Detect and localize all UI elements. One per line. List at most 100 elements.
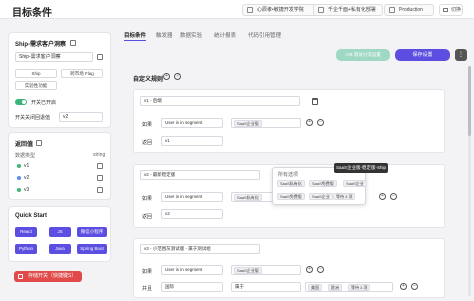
value-pill[interactable]: SaaS企业版	[234, 267, 262, 274]
add-rule-icon[interactable]: +	[163, 73, 170, 80]
swap-icon	[443, 8, 448, 12]
if-label: 如果	[142, 122, 153, 128]
fallback-select[interactable]: v2	[59, 112, 103, 122]
copy-icon[interactable]	[97, 187, 103, 193]
switch-label: 切换	[451, 7, 462, 13]
return-values-title: 返回值	[15, 142, 34, 148]
switch-button[interactable]: 切换	[439, 4, 463, 16]
return-values-card: 返回值 数据类型 string v1 v2 v3	[8, 132, 111, 200]
fallback-label: 开关关闭回退值	[15, 115, 51, 121]
if-label: 如果	[142, 269, 153, 275]
tab-target-conditions[interactable]: 目标条件	[124, 31, 146, 39]
qs-java-button[interactable]: Java	[49, 244, 71, 254]
return-label: 返回	[142, 214, 153, 220]
quick-start-title: Quick Start	[15, 213, 48, 219]
attribute-select-2[interactable]: 国际	[161, 282, 223, 292]
add-condition-icon[interactable]: +	[379, 193, 386, 200]
if-label: 如果	[142, 196, 153, 202]
tag-experimental[interactable]: 实验性功能	[15, 81, 57, 90]
segment-select[interactable]: SaaS企业版	[231, 118, 301, 128]
add-condition-icon[interactable]: +	[400, 283, 407, 290]
flag-title: Ship-需求客户洞察	[15, 42, 66, 48]
popup-title: 所有选项	[278, 172, 299, 178]
option-pill[interactable]: SaaS免费版	[277, 193, 305, 200]
option-more[interactable]: 等待 3 项	[333, 193, 356, 200]
delete-rule-icon[interactable]	[312, 98, 318, 105]
return-value-select[interactable]: v1	[161, 136, 223, 146]
edit-icon[interactable]	[36, 140, 42, 146]
save-icon	[18, 274, 23, 279]
qs-js-button[interactable]: JS	[49, 227, 71, 237]
top-bar: 目标条件 心辰孝•敏捷开发学院 千企千面+私有化部署 Production 切换	[0, 0, 474, 19]
tab-reports[interactable]: 统计报表	[214, 31, 236, 39]
value-pill[interactable]: 美国	[308, 284, 322, 291]
rule-card-v3: v3 - 小范围灰测试版 - 属于测试组 如果 User is in segme…	[133, 238, 445, 298]
value-pill[interactable]: SaaS私有化	[234, 194, 262, 201]
rule-name-input[interactable]: v1 - 后端	[140, 96, 300, 106]
save-settings-button[interactable]: 保存设置	[395, 49, 450, 61]
variation-color-dot	[17, 164, 21, 168]
server-icon	[389, 7, 395, 13]
copy-icon[interactable]	[97, 163, 103, 169]
page-title: 目标条件	[12, 8, 52, 19]
option-pill[interactable]: SaaS企业	[343, 180, 367, 187]
value-pill[interactable]: SaaS企业版	[234, 120, 262, 127]
ab-test-settings-button[interactable]: A/B 测试分流设置	[336, 49, 390, 61]
org-label: 心辰孝•敏捷开发学院	[257, 7, 304, 13]
copy-icon[interactable]	[97, 175, 103, 181]
flag-info-card: Ship-需求客户洞察 Ship-需求客户洞察 Ship 跨市场 Flag 实验…	[8, 32, 111, 128]
copy-icon[interactable]	[97, 54, 103, 60]
tab-code-references[interactable]: 代码引用管理	[248, 31, 281, 39]
tag-cross-market[interactable]: 跨市场 Flag	[61, 69, 103, 78]
save-switch-label: 存储开关（快捷键S）	[28, 273, 77, 279]
attribute-select[interactable]: User is in segment	[161, 265, 223, 275]
flag-key-field[interactable]: Ship-需求客户洞察	[15, 52, 93, 62]
remove-condition-icon[interactable]: −	[411, 283, 418, 290]
add-condition-icon[interactable]: +	[306, 266, 313, 273]
environment-label: Production	[399, 7, 423, 13]
data-type-label: 数据类型	[15, 153, 36, 159]
environment-switcher[interactable]: Production	[384, 4, 434, 16]
variation-v2: v2	[24, 175, 30, 181]
edit-icon[interactable]	[70, 40, 76, 46]
tab-triggers[interactable]: 触发器	[156, 31, 173, 39]
variation-v1: v1	[24, 163, 30, 169]
rule-name-input[interactable]: v2 - 最新稳定版	[140, 170, 260, 180]
and-label: 并且	[142, 286, 153, 292]
quick-start-card: Quick Start React JS 微信小程序 Python Java S…	[8, 206, 111, 262]
variation-color-dot	[17, 188, 21, 192]
option-pill[interactable]: SaaS私有化	[277, 180, 305, 187]
return-value-select[interactable]: v2	[161, 209, 223, 219]
qs-python-button[interactable]: Python	[15, 244, 37, 254]
flag-enabled-toggle[interactable]	[15, 99, 27, 105]
value-pill[interactable]: 欧洲	[328, 284, 342, 291]
toggle-label: 开关已开启	[31, 100, 57, 106]
option-tooltip: SaaS企业版-稳定版-Ship	[334, 163, 388, 173]
main-scrollbar[interactable]	[468, 66, 471, 296]
rule-name-input[interactable]: v3 - 小范围灰测试版 - 属于测试组	[140, 244, 260, 254]
save-switch-button[interactable]: 存储开关（快捷键S）	[14, 271, 82, 282]
remove-condition-icon[interactable]: −	[317, 119, 324, 126]
segment-select[interactable]: SaaS企业版	[231, 265, 301, 275]
value-multiselect[interactable]: 美国 欧洲 等待 3 项	[305, 282, 393, 292]
qs-springboot-button[interactable]: Spring Boot	[77, 244, 107, 254]
more-options-button[interactable]: ⋮	[455, 49, 467, 61]
attribute-select[interactable]: User is in segment	[161, 192, 223, 202]
remove-condition-icon[interactable]: −	[317, 266, 324, 273]
qs-miniprogram-button[interactable]: 微信小程序	[77, 227, 107, 237]
active-tab-indicator	[124, 40, 146, 41]
attribute-select[interactable]: User is in segment	[161, 118, 223, 128]
operator-select[interactable]: 属于	[231, 282, 301, 292]
tab-experiments[interactable]: 数据实验	[180, 31, 202, 39]
tag-ship[interactable]: Ship	[15, 69, 57, 78]
remove-condition-icon[interactable]: −	[390, 193, 397, 200]
option-pill[interactable]: SaaS企业	[309, 193, 333, 200]
project-switcher[interactable]: 千企千面+私有化部署	[313, 4, 383, 16]
more-values-pill[interactable]: 等待 3 项	[348, 284, 371, 291]
data-type-value: string	[93, 152, 106, 158]
add-condition-icon[interactable]: +	[306, 119, 313, 126]
option-pill[interactable]: SaaS免费版	[309, 180, 337, 187]
help-icon[interactable]: ?	[174, 73, 181, 80]
qs-react-button[interactable]: React	[15, 227, 37, 237]
project-label: 千企千面+私有化部署	[328, 7, 376, 13]
